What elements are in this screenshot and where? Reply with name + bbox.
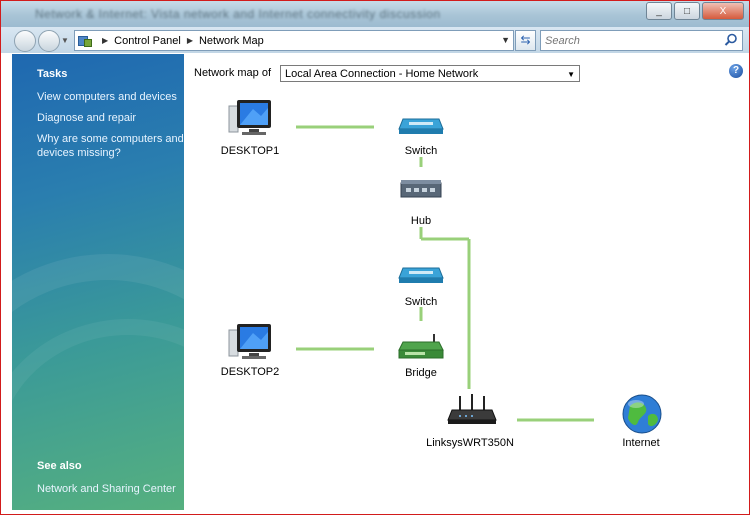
recent-pages-dropdown[interactable]: ▼ [61,36,69,45]
window-title: Network & Internet: Vista network and In… [35,7,441,21]
switch2-label[interactable]: Switch [361,296,481,308]
diagnose-repair-link[interactable]: Diagnose and repair [37,111,184,125]
chevron-right-icon[interactable]: ▶ [187,36,193,45]
forward-button[interactable] [38,30,60,52]
search-icon[interactable] [724,33,738,47]
tasks-heading: Tasks [37,68,68,80]
network-map-pane: Network map of Local Area Connection - H… [184,54,747,510]
hub-label[interactable]: Hub [361,215,481,227]
caption-buttons: _ □ X [644,2,744,20]
address-bar[interactable]: ▶ Control Panel ▶ Network Map ▼ [74,30,514,51]
see-also-heading: See also [37,460,82,472]
desktop1-label[interactable]: DESKTOP1 [190,145,310,157]
view-computers-link[interactable]: View computers and devices [37,90,184,104]
hub-icon[interactable] [400,180,442,198]
address-dropdown-icon[interactable]: ▼ [501,35,510,45]
router-icon[interactable] [447,394,497,424]
bridge-label[interactable]: Bridge [361,367,481,379]
title-bar[interactable]: Network & Internet: Vista network and In… [1,1,749,27]
desktop2-computer-icon[interactable] [228,324,271,359]
search-input[interactable] [541,32,715,50]
switch2-icon[interactable] [398,267,444,283]
control-panel-icon [78,35,92,47]
bridge-icon[interactable] [398,334,444,359]
address-toolbar: ▼ ▶ Control Panel ▶ Network Map ▼ ⇆ [1,27,749,53]
search-box[interactable] [540,30,743,51]
router-label[interactable]: LinksysWRT350N [410,437,530,449]
breadcrumb-control-panel[interactable]: Control Panel [114,35,181,47]
task-pane: Tasks View computers and devices Diagnos… [12,54,184,510]
missing-devices-link[interactable]: Why are some computers and devices missi… [37,132,184,160]
switch1-icon[interactable] [398,118,444,134]
internet-globe-icon[interactable] [622,394,662,434]
breadcrumb-network-map[interactable]: Network Map [199,35,264,47]
minimize-button[interactable]: _ [646,2,672,20]
desktop2-label[interactable]: DESKTOP2 [190,366,310,378]
close-button[interactable]: X [702,2,744,20]
maximize-button[interactable]: □ [674,2,700,20]
network-map-window: Network & Internet: Vista network and In… [0,0,750,515]
back-button[interactable] [14,30,36,52]
refresh-button[interactable]: ⇆ [515,30,536,51]
chevron-right-icon[interactable]: ▶ [102,36,108,45]
switch1-label[interactable]: Switch [361,145,481,157]
internet-label[interactable]: Internet [581,437,701,449]
network-sharing-center-link[interactable]: Network and Sharing Center [37,482,184,496]
desktop1-computer-icon[interactable] [228,100,271,135]
